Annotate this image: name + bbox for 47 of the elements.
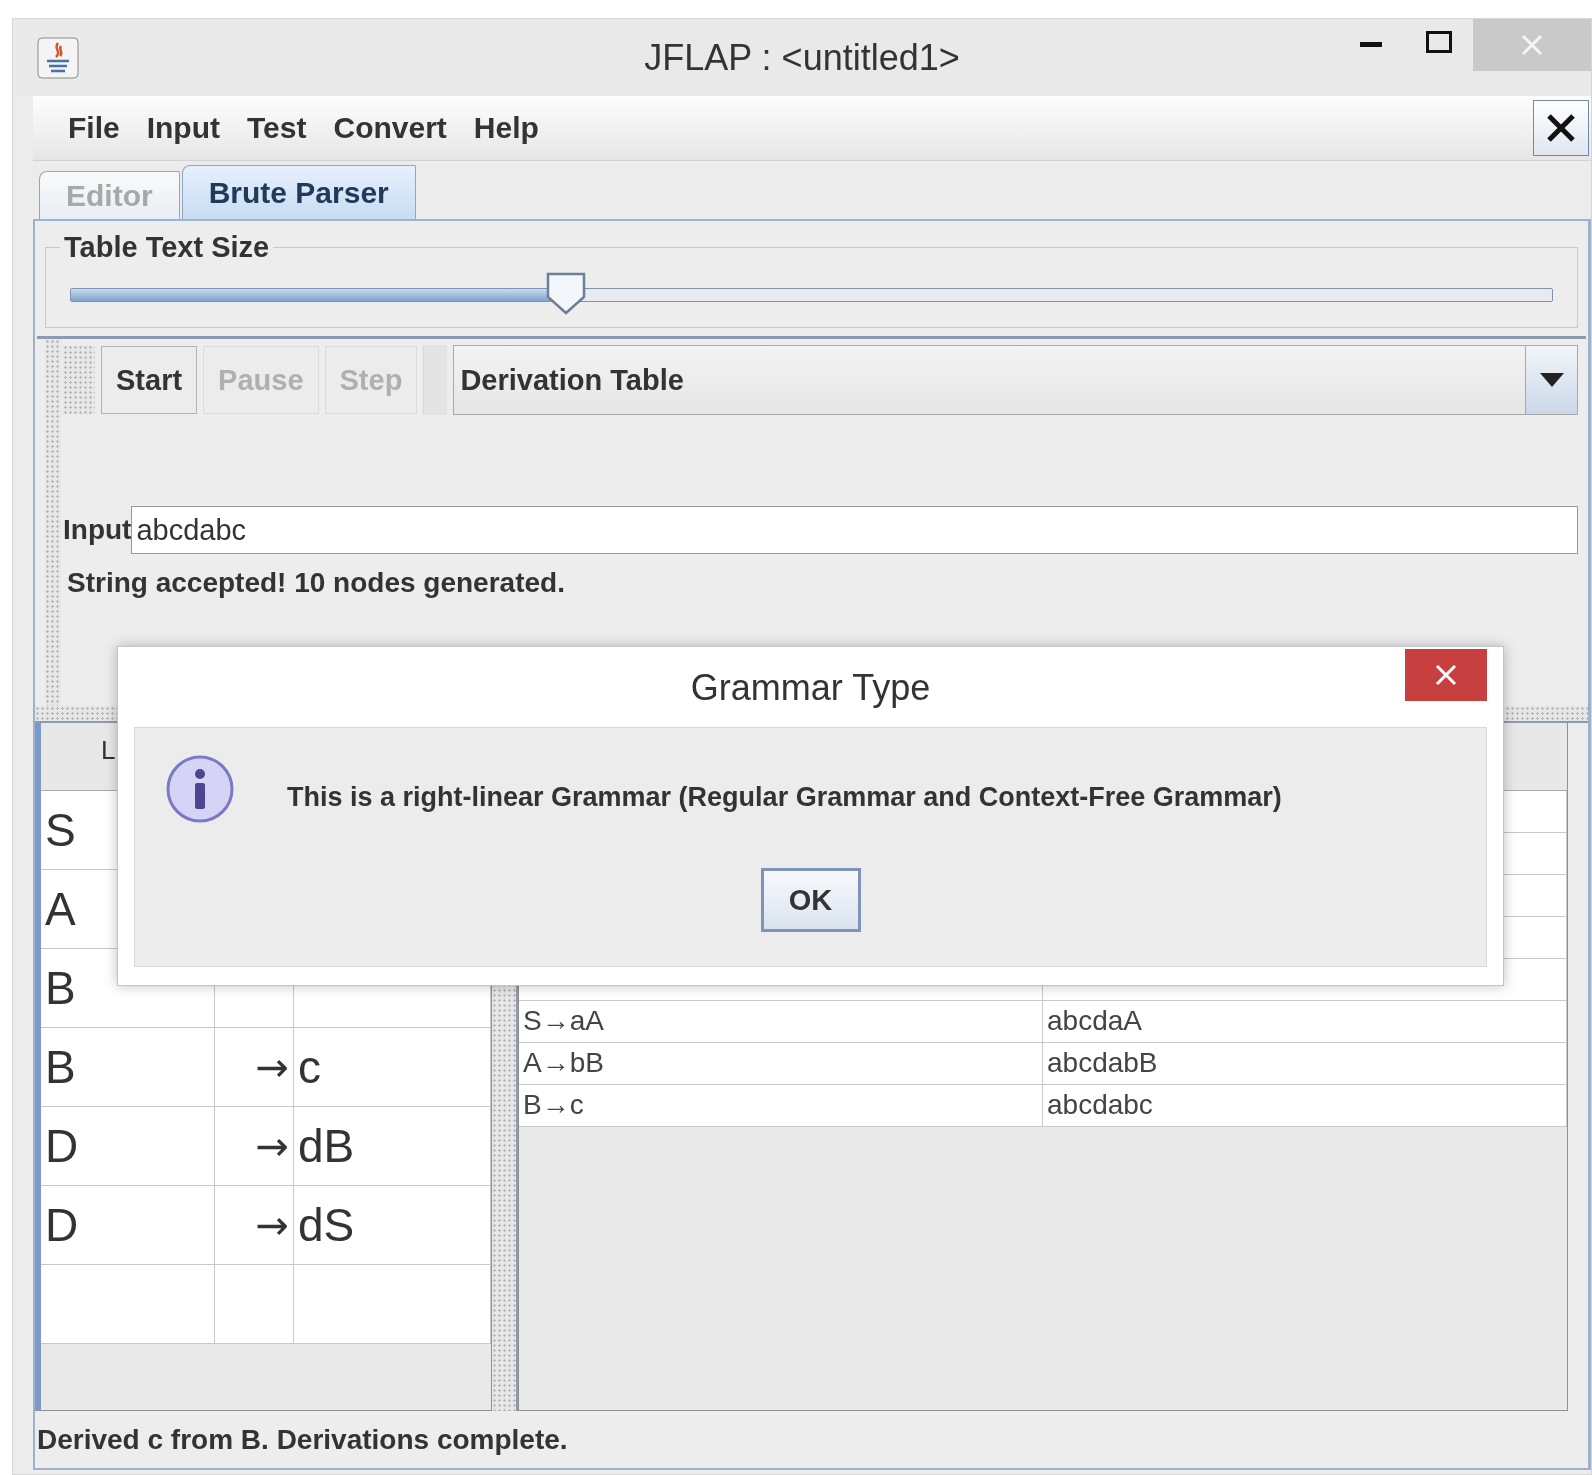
- toolbar-grip[interactable]: [63, 345, 95, 415]
- tab[interactable]: Brute Parser: [181, 165, 416, 219]
- dialog-message: This is a right-linear Grammar (Regular Grammar and Context-Free Grammar): [287, 780, 1282, 813]
- close-tab-button[interactable]: [1533, 100, 1589, 156]
- table-cell: A→bB: [519, 1043, 1043, 1084]
- window-title: JFLAP : <untitled1>: [644, 37, 960, 79]
- table-cell: B: [41, 1028, 215, 1106]
- menu-item[interactable]: File: [57, 111, 136, 145]
- slider[interactable]: [70, 270, 1553, 314]
- input-field[interactable]: abcdabc: [131, 506, 1578, 554]
- column-header: L: [100, 734, 117, 767]
- table-cell: c: [294, 1028, 491, 1106]
- table-cell: dB: [294, 1107, 491, 1185]
- toolbar-button[interactable]: Start: [101, 346, 198, 414]
- arrow-cell: →: [215, 1107, 294, 1185]
- table-cell: abcdabc: [1043, 1085, 1567, 1126]
- minimize-icon: [1360, 42, 1382, 48]
- status-text: Derived c from B. Derivations complete.: [37, 1423, 568, 1456]
- caret-icon: [1539, 373, 1564, 387]
- table-cell: abcdabB: [1043, 1043, 1567, 1084]
- app-icon: [37, 36, 79, 79]
- close-icon: [1546, 113, 1576, 143]
- table-cell: abcdaA: [1043, 1001, 1567, 1042]
- arrow-cell: →: [215, 1028, 294, 1106]
- group-label: Table Text Size: [63, 231, 271, 264]
- menu-item[interactable]: Input: [135, 111, 236, 145]
- ok-button[interactable]: OK: [760, 868, 861, 932]
- menu-item[interactable]: Convert: [322, 111, 463, 145]
- close-icon: [1435, 664, 1457, 686]
- table-cell: B→c: [519, 1085, 1043, 1126]
- table-cell: S→aA: [519, 1001, 1043, 1042]
- table-cell: D: [41, 1107, 215, 1185]
- table-cell: dS: [294, 1186, 491, 1264]
- table-cell: D: [41, 1186, 215, 1264]
- view-dropdown[interactable]: Derivation Table: [453, 345, 1578, 415]
- dialog-title: Grammar Type: [690, 667, 931, 709]
- menu-item[interactable]: Test: [236, 111, 323, 145]
- result-text: String accepted! 10 nodes generated.: [67, 567, 566, 599]
- maximize-icon: [1426, 31, 1452, 53]
- close-icon: [1521, 34, 1543, 56]
- arrow-cell: →: [215, 1186, 294, 1264]
- splitter-handle[interactable]: [45, 339, 61, 706]
- menu-item[interactable]: Help: [462, 111, 555, 145]
- close-button[interactable]: [1405, 649, 1487, 701]
- input-label: Input: [63, 514, 132, 546]
- slider-thumb[interactable]: [544, 271, 587, 315]
- dropdown-value: Derivation Table: [459, 363, 685, 397]
